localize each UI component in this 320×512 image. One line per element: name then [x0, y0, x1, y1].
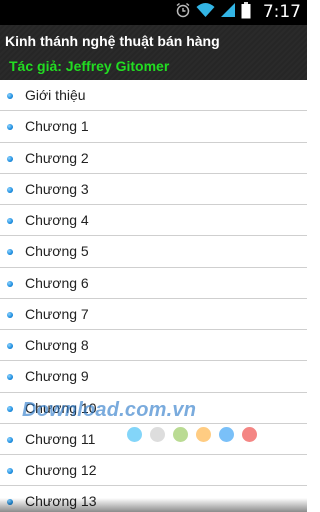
- status-time: 7:17: [262, 2, 301, 22]
- list-item[interactable]: Chương 9: [0, 361, 307, 393]
- bullet-icon: [7, 374, 13, 381]
- bullet-icon: [7, 280, 13, 287]
- bullet-icon: [7, 311, 13, 318]
- chapter-label: Chương 1: [25, 118, 89, 135]
- bullet-icon: [7, 249, 13, 256]
- list-item[interactable]: Giới thiệu: [0, 80, 307, 112]
- status-icons: [175, 1, 251, 24]
- chapter-label: Chương 6: [25, 274, 89, 291]
- list-item[interactable]: Chương 12: [0, 455, 307, 487]
- chapter-label: Chương 2: [25, 149, 89, 166]
- list-item[interactable]: Chương 4: [0, 205, 307, 237]
- list-item[interactable]: Chương 11: [0, 424, 307, 455]
- list-item[interactable]: Chương 8: [0, 330, 307, 362]
- list-item[interactable]: Chương 6: [0, 268, 307, 299]
- list-item[interactable]: Chương 7: [0, 299, 307, 330]
- bullet-icon: [7, 218, 13, 224]
- list-item[interactable]: Chương 1: [0, 111, 307, 143]
- wifi-icon: [196, 2, 215, 23]
- alarm-icon: [175, 2, 191, 23]
- bullet-icon: [7, 436, 13, 443]
- author-label: Tác giả: Jeffrey Gitomer: [9, 58, 170, 74]
- battery-icon: [241, 1, 251, 24]
- bullet-icon: [7, 343, 13, 349]
- bottom-shadow: [0, 498, 307, 512]
- chapter-label: Chương 3: [25, 180, 89, 197]
- chapter-label: Chương 10: [25, 399, 97, 416]
- signal-icon: [220, 2, 236, 23]
- chapter-label: Giới thiệu: [25, 87, 86, 103]
- chapter-label: Chương 9: [25, 368, 89, 385]
- chapter-label: Chương 8: [25, 337, 89, 353]
- list-item[interactable]: Chương 5: [0, 236, 307, 268]
- bullet-icon: [7, 186, 13, 193]
- bullet-icon: [7, 405, 13, 412]
- chapter-list[interactable]: Giới thiệu Chương 1 Chương 2 Chương 3 Ch…: [0, 80, 307, 512]
- chapter-label: Chương 7: [25, 305, 89, 322]
- chapter-label: Chương 5: [25, 243, 89, 260]
- list-item[interactable]: Chương 3: [0, 174, 307, 205]
- chapter-label: Chương 4: [25, 212, 89, 228]
- list-item[interactable]: Chương 2: [0, 143, 307, 174]
- list-item[interactable]: Chương 10: [0, 393, 307, 424]
- app-header: Kinh thánh nghệ thuật bán hàng Tác giả: …: [0, 25, 307, 80]
- bullet-icon: [7, 155, 13, 162]
- bullet-icon: [7, 93, 13, 99]
- book-title: Kinh thánh nghệ thuật bán hàng: [5, 33, 220, 49]
- bullet-icon: [7, 468, 13, 474]
- bullet-icon: [7, 124, 13, 131]
- chapter-label: Chương 11: [25, 430, 96, 447]
- chapter-label: Chương 12: [25, 462, 97, 478]
- status-bar: 7:17: [0, 0, 307, 25]
